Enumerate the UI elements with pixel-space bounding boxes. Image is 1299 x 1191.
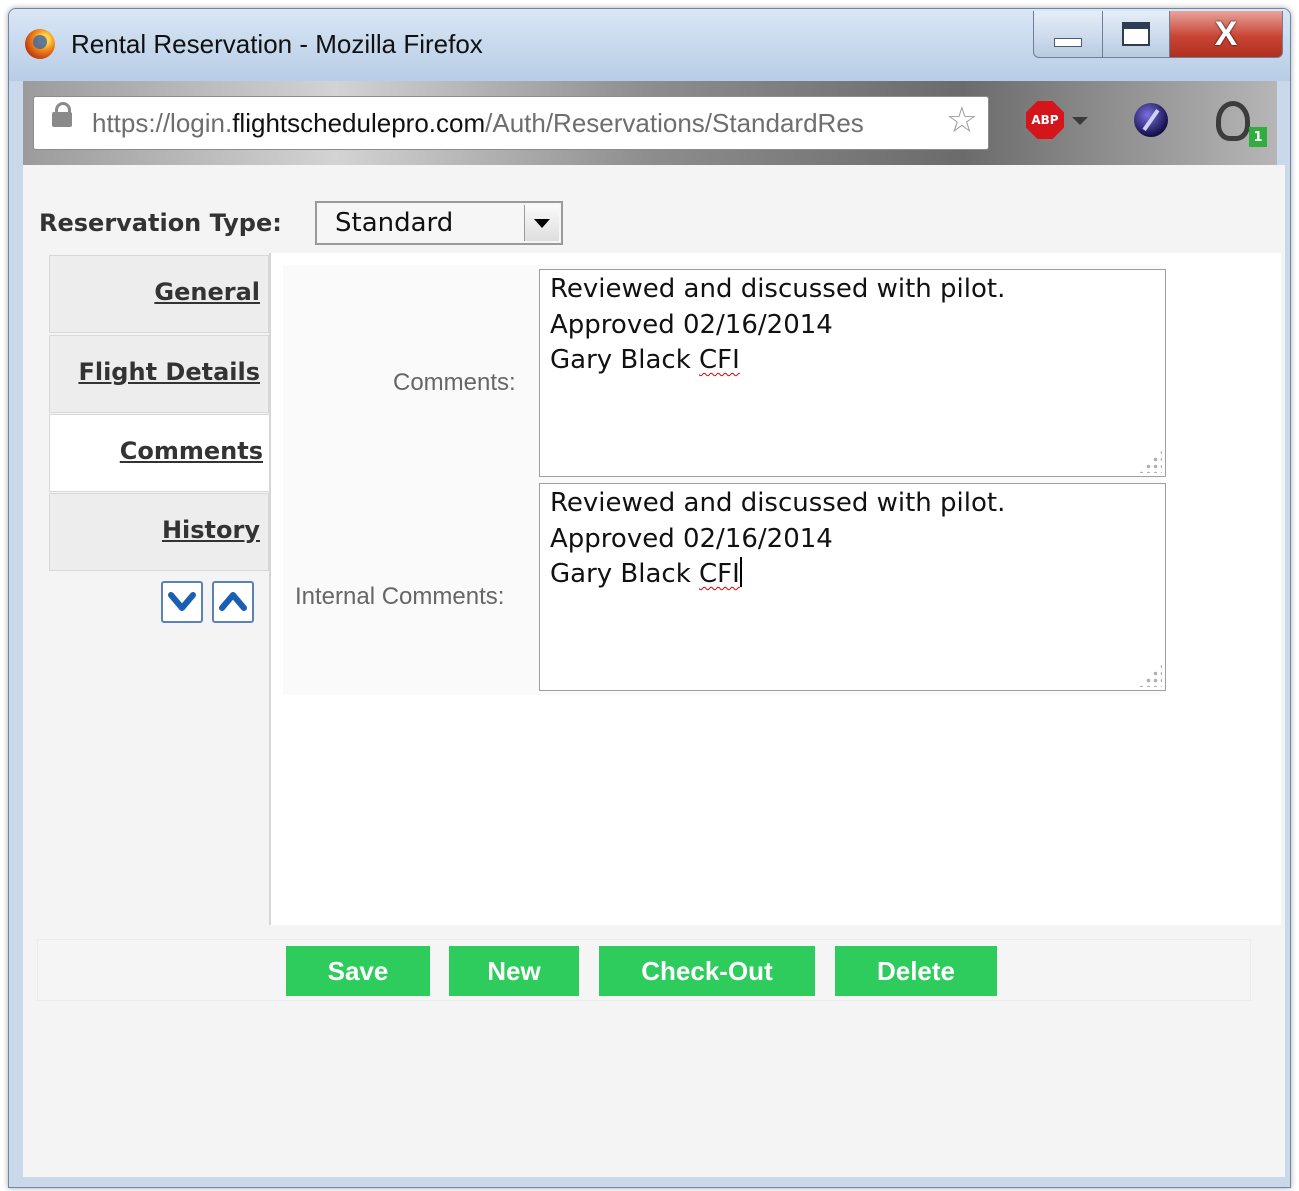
save-button[interactable]: Save	[286, 946, 430, 996]
comments-textarea[interactable]: Reviewed and discussed with pilot. Approv…	[539, 269, 1166, 477]
close-button[interactable]: X	[1169, 11, 1283, 58]
ghostery-badge: 1	[1249, 127, 1267, 147]
dropdown-arrow-icon[interactable]	[524, 205, 559, 241]
new-button[interactable]: New	[449, 946, 579, 996]
minimize-icon	[1054, 37, 1082, 47]
extension-icon[interactable]	[1134, 103, 1168, 137]
lock-icon[interactable]	[52, 102, 72, 127]
tab-panel: Comments: Reviewed and discussed with pi…	[269, 253, 1281, 925]
adblock-icon[interactable]: ABP	[1026, 101, 1064, 139]
url-domain: flightschedulepro.com	[232, 108, 486, 138]
window-title: Rental Reservation - Mozilla Firefox	[71, 29, 483, 59]
internal-comments-textarea[interactable]: Reviewed and discussed with pilot. Approv…	[539, 483, 1166, 691]
firefox-icon	[25, 29, 55, 59]
reservation-type-select[interactable]: Standard	[315, 201, 563, 245]
reservation-type-value: Standard	[335, 208, 454, 238]
check-out-button[interactable]: Check-Out	[599, 946, 815, 996]
browser-window: Rental Reservation - Mozilla Firefox X h…	[8, 8, 1291, 1188]
maximize-icon	[1122, 22, 1150, 46]
ghostery-icon[interactable]	[1216, 101, 1250, 141]
action-bar: Save New Check-Out Delete	[37, 939, 1251, 1001]
chevron-up-icon	[219, 592, 247, 611]
reservation-type-label: Reservation Type:	[39, 209, 282, 237]
chevron-down-icon	[168, 592, 196, 611]
bookmark-star-icon[interactable]: ☆	[946, 103, 978, 139]
tab-comments[interactable]: Comments	[49, 414, 271, 492]
minimize-button[interactable]	[1033, 11, 1103, 58]
page-content: Reservation Type: Standard General Fligh…	[23, 165, 1285, 1177]
title-bar[interactable]: Rental Reservation - Mozilla Firefox X	[9, 9, 1290, 81]
close-icon: X	[1214, 14, 1238, 53]
adblock-dropdown-icon[interactable]	[1072, 117, 1088, 125]
scroll-up-button[interactable]	[212, 581, 254, 623]
comments-form: Comments: Reviewed and discussed with pi…	[283, 265, 1166, 695]
url-text[interactable]: https://login.flightschedulepro.com/Auth…	[92, 108, 928, 139]
internal-comments-label: Internal Comments:	[295, 583, 505, 610]
tab-general[interactable]: General	[49, 255, 269, 333]
resize-grip-icon[interactable]	[1138, 449, 1162, 473]
scroll-down-button[interactable]	[161, 581, 203, 623]
text-caret	[739, 557, 742, 587]
resize-grip-icon[interactable]	[1138, 663, 1162, 687]
address-bar[interactable]: https://login.flightschedulepro.com/Auth…	[33, 96, 989, 150]
comments-label: Comments:	[393, 369, 516, 396]
navigation-bar: https://login.flightschedulepro.com/Auth…	[23, 81, 1277, 165]
misspelled-word: CFI	[699, 559, 740, 589]
tab-history[interactable]: History	[49, 493, 269, 571]
tab-flight-details[interactable]: Flight Details	[49, 335, 269, 413]
maximize-button[interactable]	[1102, 11, 1170, 58]
delete-button[interactable]: Delete	[835, 946, 997, 996]
misspelled-word: CFI	[699, 345, 740, 375]
